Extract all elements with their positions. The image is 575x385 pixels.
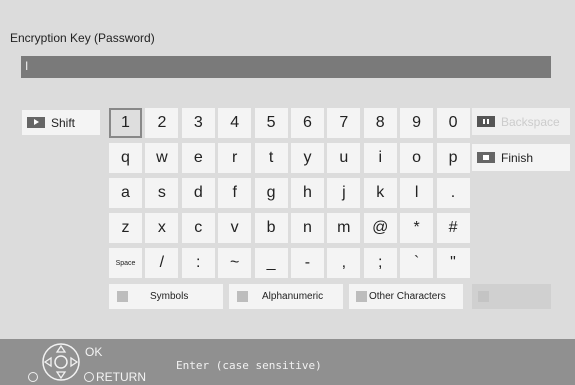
key[interactable]: 2 [145,108,179,138]
key[interactable]: _ [254,248,288,278]
stop-icon [477,152,495,163]
key[interactable]: w [145,143,179,173]
key[interactable]: l [400,178,434,208]
key[interactable]: 5 [254,108,288,138]
key[interactable]: j [327,178,361,208]
key[interactable]: 0 [436,108,470,138]
on-screen-keyboard: 1 2 3 4 5 6 7 8 9 0 q w e r t y u i o p … [109,108,470,278]
key[interactable]: q [109,143,142,173]
other-characters-label: Other Characters [369,291,446,302]
key[interactable]: : [181,248,215,278]
key[interactable]: g [254,178,288,208]
key[interactable]: ; [363,248,397,278]
key[interactable]: ~ [218,248,252,278]
key[interactable]: - [290,248,324,278]
key[interactable]: o [400,143,434,173]
pause-icon [477,116,495,127]
finish-button[interactable]: Finish [472,144,570,171]
backspace-label: Backspace [501,114,560,129]
play-icon [27,117,45,128]
hint-text: Enter (case sensitive) [176,359,322,372]
return-label: RETURN [96,370,146,384]
key[interactable]: e [181,143,215,173]
symbols-button[interactable]: Symbols [109,284,223,309]
other-characters-button[interactable]: Other Characters [349,284,463,309]
key[interactable]: k [363,178,397,208]
mode-indicator-icon [356,291,367,302]
key[interactable]: v [218,213,252,243]
mode-indicator-icon [117,291,128,302]
page-title: Encryption Key (Password) [10,31,155,45]
key[interactable]: / [145,248,179,278]
key[interactable]: x [145,213,179,243]
key[interactable]: 3 [181,108,215,138]
finish-label: Finish [501,150,534,165]
key[interactable]: " [436,248,470,278]
key[interactable]: b [254,213,288,243]
alphanumeric-label: Alphanumeric [262,291,324,302]
mode-indicator-icon [237,291,248,302]
key[interactable]: 9 [400,108,434,138]
alphanumeric-button[interactable]: Alphanumeric [229,284,343,309]
space-key[interactable]: Space [109,248,142,278]
key[interactable]: y [290,143,324,173]
ok-label: OK [85,345,103,359]
key[interactable]: s [145,178,179,208]
key[interactable]: . [436,178,470,208]
shift-label: Shift [51,115,76,130]
key[interactable]: i [363,143,397,173]
backspace-button[interactable]: Backspace [472,108,570,135]
key[interactable]: * [400,213,434,243]
symbols-label: Symbols [150,291,189,302]
key[interactable]: p [436,143,470,173]
mode-indicator-icon [478,291,489,302]
dpad-icon [42,343,80,381]
key[interactable]: 7 [327,108,361,138]
key[interactable]: 6 [290,108,324,138]
key[interactable]: 1 [109,108,142,138]
password-input[interactable]: I [21,56,551,78]
key[interactable]: 8 [363,108,397,138]
key[interactable]: n [290,213,324,243]
footer-bar: OK RETURN Enter (case sensitive) [0,339,575,385]
circle-icon [28,372,38,382]
key[interactable]: u [327,143,361,173]
blank-mode-button [472,284,551,309]
key[interactable]: 4 [218,108,252,138]
key[interactable]: @ [363,213,397,243]
key[interactable]: d [181,178,215,208]
key[interactable]: c [181,213,215,243]
key[interactable]: t [254,143,288,173]
return-icon [84,372,94,382]
shift-button[interactable]: Shift [22,110,100,135]
key[interactable]: a [109,178,142,208]
key[interactable]: r [218,143,252,173]
key[interactable]: , [327,248,361,278]
key[interactable]: h [290,178,324,208]
key[interactable]: z [109,213,142,243]
key[interactable]: ` [400,248,434,278]
key[interactable]: # [436,213,470,243]
key[interactable]: m [327,213,361,243]
key[interactable]: f [218,178,252,208]
